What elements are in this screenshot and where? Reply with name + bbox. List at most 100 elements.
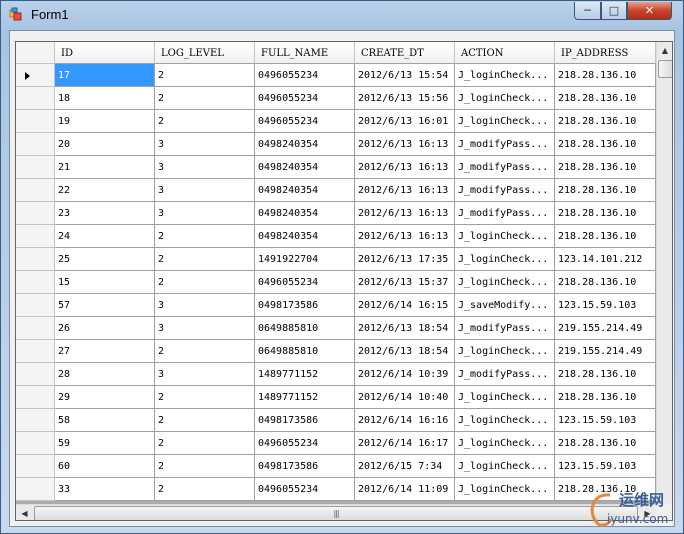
table-row[interactable]: 58 2 0498173586 2012/6/14 16:16 J_loginCheck… [16,409,656,432]
cell-action[interactable]: J_modifyPass... [455,133,555,156]
cell-ip-address[interactable]: 218.28.136.10 [555,225,656,248]
cell-log-level[interactable]: 3 [155,317,255,340]
cell-full-name[interactable]: 0496055234 [255,64,355,87]
cell-create-dt[interactable]: 2012/6/13 15:37 [355,271,455,294]
cell-full-name[interactable]: 0496055234 [255,478,355,501]
row-header[interactable] [16,248,55,271]
cell-create-dt[interactable]: 2012/6/14 16:16 [355,409,455,432]
cell-id[interactable]: 57 [55,294,155,317]
cell-full-name[interactable]: 0498240354 [255,133,355,156]
cell-action[interactable]: J_saveModify... [455,294,555,317]
cell-create-dt[interactable]: 2012/6/13 16:01 [355,110,455,133]
cell-create-dt[interactable]: 2012/6/14 16:17 [355,432,455,455]
cell-log-level[interactable]: 2 [155,386,255,409]
scroll-up-arrow-icon[interactable]: ▲ [657,42,672,59]
cell-action[interactable]: J_loginCheck... [455,455,555,478]
cell-create-dt[interactable]: 2012/6/13 16:13 [355,133,455,156]
maximize-button[interactable]: □ [601,2,627,20]
cell-create-dt[interactable]: 2012/6/13 16:13 [355,156,455,179]
row-header[interactable] [16,294,55,317]
table-row[interactable]: 23 3 0498240354 2012/6/13 16:13 J_modifyPass… [16,202,656,225]
row-header[interactable] [16,64,55,87]
cell-ip-address[interactable]: 218.28.136.10 [555,133,656,156]
vertical-scroll-thumb[interactable] [658,60,672,78]
cell-id[interactable]: 19 [55,110,155,133]
cell-full-name[interactable]: 0649885810 [255,317,355,340]
cell-full-name[interactable]: 0498173586 [255,294,355,317]
cell-action[interactable]: J_loginCheck... [455,478,555,501]
table-row[interactable]: 29 2 1489771152 2012/6/14 10:40 J_loginCheck… [16,386,656,409]
cell-full-name[interactable]: 0496055234 [255,432,355,455]
scroll-left-arrow-icon[interactable]: ◀ [16,505,33,520]
minimize-button[interactable]: ─ [574,2,601,20]
cell-ip-address[interactable]: 218.28.136.10 [555,110,656,133]
cell-action[interactable]: J_loginCheck... [455,248,555,271]
cell-log-level[interactable]: 3 [155,294,255,317]
cell-id[interactable]: 18 [55,87,155,110]
cell-id[interactable]: 27 [55,340,155,363]
cell-id[interactable]: 60 [55,455,155,478]
cell-ip-address[interactable]: 218.28.136.10 [555,363,656,386]
row-header[interactable] [16,386,55,409]
horizontal-scroll-thumb[interactable]: ||| [34,506,638,520]
cell-id[interactable]: 24 [55,225,155,248]
table-row[interactable]: 25 2 1491922704 2012/6/13 17:35 J_loginCheck… [16,248,656,271]
app-icon[interactable] [9,7,23,21]
cell-id[interactable]: 22 [55,179,155,202]
row-header[interactable] [16,409,55,432]
cell-ip-address[interactable]: 218.28.136.10 [555,156,656,179]
column-header-log-level[interactable]: LOG_LEVEL [155,42,255,64]
table-row[interactable]: 26 3 0649885810 2012/6/13 18:54 J_modifyPass… [16,317,656,340]
cell-ip-address[interactable]: 123.15.59.103 [555,455,656,478]
cell-id[interactable]: 28 [55,363,155,386]
horizontal-scrollbar[interactable]: ◀ ||| ▶ [16,504,656,520]
cell-log-level[interactable]: 3 [155,179,255,202]
row-header[interactable] [16,363,55,386]
column-header-ip-address[interactable]: IP_ADDRESS [555,42,656,64]
cell-create-dt[interactable]: 2012/6/13 15:54 [355,64,455,87]
row-header[interactable] [16,271,55,294]
cell-log-level[interactable]: 2 [155,432,255,455]
cell-action[interactable]: J_loginCheck... [455,409,555,432]
cell-full-name[interactable]: 0649885810 [255,340,355,363]
cell-id[interactable]: 25 [55,248,155,271]
cell-ip-address[interactable]: 123.15.59.103 [555,294,656,317]
table-row[interactable]: 17 2 0496055234 2012/6/13 15:54 J_loginCheck… [16,64,656,87]
cell-ip-address[interactable]: 218.28.136.10 [555,202,656,225]
cell-full-name[interactable]: 0498240354 [255,202,355,225]
table-row[interactable]: 59 2 0496055234 2012/6/14 16:17 J_loginCheck… [16,432,656,455]
cell-action[interactable]: J_loginCheck... [455,432,555,455]
cell-action[interactable]: J_modifyPass... [455,317,555,340]
cell-create-dt[interactable]: 2012/6/14 11:09 [355,478,455,501]
cell-id[interactable]: 21 [55,156,155,179]
cell-action[interactable]: J_loginCheck... [455,64,555,87]
cell-action[interactable]: J_modifyPass... [455,156,555,179]
cell-action[interactable]: J_loginCheck... [455,110,555,133]
cell-id[interactable]: 59 [55,432,155,455]
cell-log-level[interactable]: 2 [155,110,255,133]
cell-log-level[interactable]: 2 [155,87,255,110]
cell-create-dt[interactable]: 2012/6/13 17:35 [355,248,455,271]
cell-ip-address[interactable]: 219.155.214.49 [555,340,656,363]
cell-id[interactable]: 33 [55,478,155,501]
cell-action[interactable]: J_modifyPass... [455,363,555,386]
cell-log-level[interactable]: 2 [155,271,255,294]
cell-log-level[interactable]: 2 [155,340,255,363]
cell-create-dt[interactable]: 2012/6/14 10:40 [355,386,455,409]
cell-log-level[interactable]: 3 [155,133,255,156]
cell-id[interactable]: 58 [55,409,155,432]
cell-full-name[interactable]: 0496055234 [255,271,355,294]
cell-create-dt[interactable]: 2012/6/14 16:15 [355,294,455,317]
cell-full-name[interactable]: 0496055234 [255,87,355,110]
cell-ip-address[interactable]: 123.15.59.103 [555,409,656,432]
cell-log-level[interactable]: 2 [155,455,255,478]
cell-create-dt[interactable]: 2012/6/15 7:34 [355,455,455,478]
cell-ip-address[interactable]: 218.28.136.10 [555,179,656,202]
table-row[interactable]: 15 2 0496055234 2012/6/13 15:37 J_loginCheck… [16,271,656,294]
cell-id[interactable]: 15 [55,271,155,294]
cell-action[interactable]: J_loginCheck... [455,386,555,409]
row-header[interactable] [16,179,55,202]
table-row[interactable]: 22 3 0498240354 2012/6/13 16:13 J_modifyPass… [16,179,656,202]
row-header[interactable] [16,202,55,225]
cell-create-dt[interactable]: 2012/6/13 16:13 [355,179,455,202]
